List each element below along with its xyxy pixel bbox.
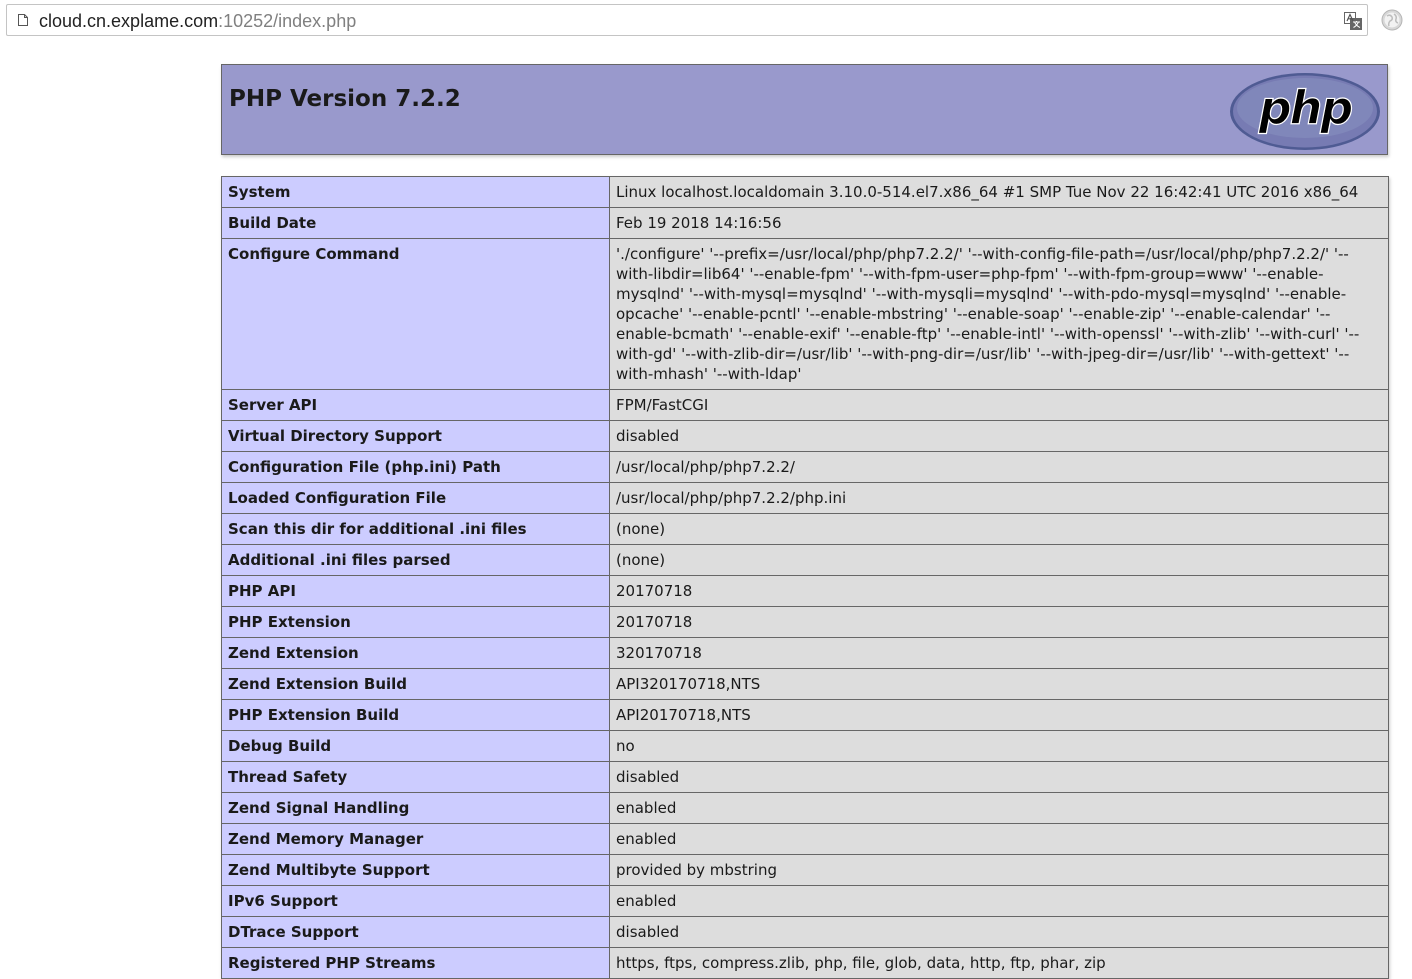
row-key: DTrace Support xyxy=(221,916,610,948)
row-value: /usr/local/php/php7.2.2/php.ini xyxy=(609,482,1389,514)
table-row: Configure Command './configure' '--prefix… xyxy=(221,238,1389,390)
row-value: 20170718 xyxy=(609,606,1389,638)
row-value: 320170718 xyxy=(609,637,1389,669)
table-row: Scan this dir for additional .ini files(… xyxy=(221,513,1389,545)
row-key: Zend Extension Build xyxy=(221,668,610,700)
row-key: Registered PHP Streams xyxy=(221,947,610,979)
row-value: /usr/local/php/php7.2.2/ xyxy=(609,451,1389,483)
row-value: disabled xyxy=(609,761,1389,793)
row-key: Build Date xyxy=(221,207,610,239)
row-key: IPv6 Support xyxy=(221,885,610,917)
table-row: IPv6 Support enabled xyxy=(221,885,1389,917)
table-row: System Linux localhost.localdomain 3.10.0… xyxy=(221,176,1389,208)
row-value: enabled xyxy=(609,885,1389,917)
row-key: Configure Command xyxy=(221,238,610,390)
row-value: no xyxy=(609,730,1389,762)
row-value: https, ftps, compress.zlib, php, file, g… xyxy=(609,947,1389,979)
row-key: Thread Safety xyxy=(221,761,610,793)
row-value: (none) xyxy=(609,544,1389,576)
row-key: Loaded Configuration File xyxy=(221,482,610,514)
url-text: cloud.cn.explame.com:10252/index.php xyxy=(39,10,356,32)
table-row: Server API FPM/FastCGI xyxy=(221,389,1389,421)
table-row: Build Date Feb 19 2018 14:16:56 xyxy=(221,207,1389,239)
row-key: PHP Extension xyxy=(221,606,610,638)
row-key: Zend Memory Manager xyxy=(221,823,610,855)
row-value: './configure' '--prefix=/usr/local/php/p… xyxy=(609,238,1389,390)
phpinfo-container: PHP Version 7.2.2 php System Linux localh… xyxy=(221,64,1389,979)
globe-icon[interactable] xyxy=(1381,9,1403,31)
table-row: Registered PHP Streams https, ftps, compr… xyxy=(221,947,1389,979)
row-value: disabled xyxy=(609,916,1389,948)
table-row: Thread Safety disabled xyxy=(221,761,1389,793)
table-row: Zend Multibyte Support provided by mbstri… xyxy=(221,854,1389,886)
table-row: PHP Extension Build API20170718,NTS xyxy=(221,699,1389,731)
table-row: DTrace Support disabled xyxy=(221,916,1389,948)
row-value: enabled xyxy=(609,823,1389,855)
row-value: API320170718,NTS xyxy=(609,668,1389,700)
row-value: enabled xyxy=(609,792,1389,824)
row-value: Linux localhost.localdomain 3.10.0-514.e… xyxy=(609,176,1389,208)
table-row: Zend Signal Handling enabled xyxy=(221,792,1389,824)
row-key: System xyxy=(221,176,610,208)
row-key: Server API xyxy=(221,389,610,421)
row-key: Zend Multibyte Support xyxy=(221,854,610,886)
row-value: API20170718,NTS xyxy=(609,699,1389,731)
table-row: PHP Extension 20170718 xyxy=(221,606,1389,638)
row-key: Virtual Directory Support xyxy=(221,420,610,452)
table-row: Additional .ini files parsed (none) xyxy=(221,544,1389,576)
row-key: Zend Extension xyxy=(221,637,610,669)
table-row: Zend Extension 320170718 xyxy=(221,637,1389,669)
row-key: Scan this dir for additional .ini files xyxy=(221,513,610,545)
php-logo-text: php xyxy=(1258,81,1353,135)
table-row: Zend Memory Manager enabled xyxy=(221,823,1389,855)
table-row: Debug Build no xyxy=(221,730,1389,762)
table-row: Virtual Directory Support disabled xyxy=(221,420,1389,452)
row-key: Zend Signal Handling xyxy=(221,792,610,824)
url-path: :10252/index.php xyxy=(218,11,357,31)
php-logo-icon[interactable]: php xyxy=(1229,72,1381,151)
browser-toolbar: cloud.cn.explame.com:10252/index.php xyxy=(0,0,1412,42)
info-table-body: System Linux localhost.localdomain 3.10.0… xyxy=(221,176,1389,979)
row-value: FPM/FastCGI xyxy=(609,389,1389,421)
row-key: PHP API xyxy=(221,575,610,607)
row-value: provided by mbstring xyxy=(609,854,1389,886)
table-row: PHP API 20170718 xyxy=(221,575,1389,607)
row-value: Feb 19 2018 14:16:56 xyxy=(609,207,1389,239)
row-key: Debug Build xyxy=(221,730,610,762)
table-row: Loaded Configuration File/usr/local/php/… xyxy=(221,482,1389,514)
row-key: Configuration File (php.ini) Path xyxy=(221,451,610,483)
translate-icon[interactable] xyxy=(1344,12,1362,30)
row-value: disabled xyxy=(609,420,1389,452)
url-host: cloud.cn.explame.com xyxy=(39,11,219,31)
row-value: 20170718 xyxy=(609,575,1389,607)
row-key: Additional .ini files parsed xyxy=(221,544,610,576)
row-value: (none) xyxy=(609,513,1389,545)
table-row: Zend Extension Build API320170718,NTS xyxy=(221,668,1389,700)
info-table: System Linux localhost.localdomain 3.10.0… xyxy=(221,176,1389,979)
row-key: PHP Extension Build xyxy=(221,699,610,731)
php-version-header: PHP Version 7.2.2 php xyxy=(221,64,1388,155)
address-bar[interactable]: cloud.cn.explame.com:10252/index.php xyxy=(6,4,1368,36)
page-icon xyxy=(18,14,28,26)
page-title: PHP Version 7.2.2 xyxy=(229,86,461,112)
table-row: Configuration File (php.ini) Path/usr/lo… xyxy=(221,451,1389,483)
